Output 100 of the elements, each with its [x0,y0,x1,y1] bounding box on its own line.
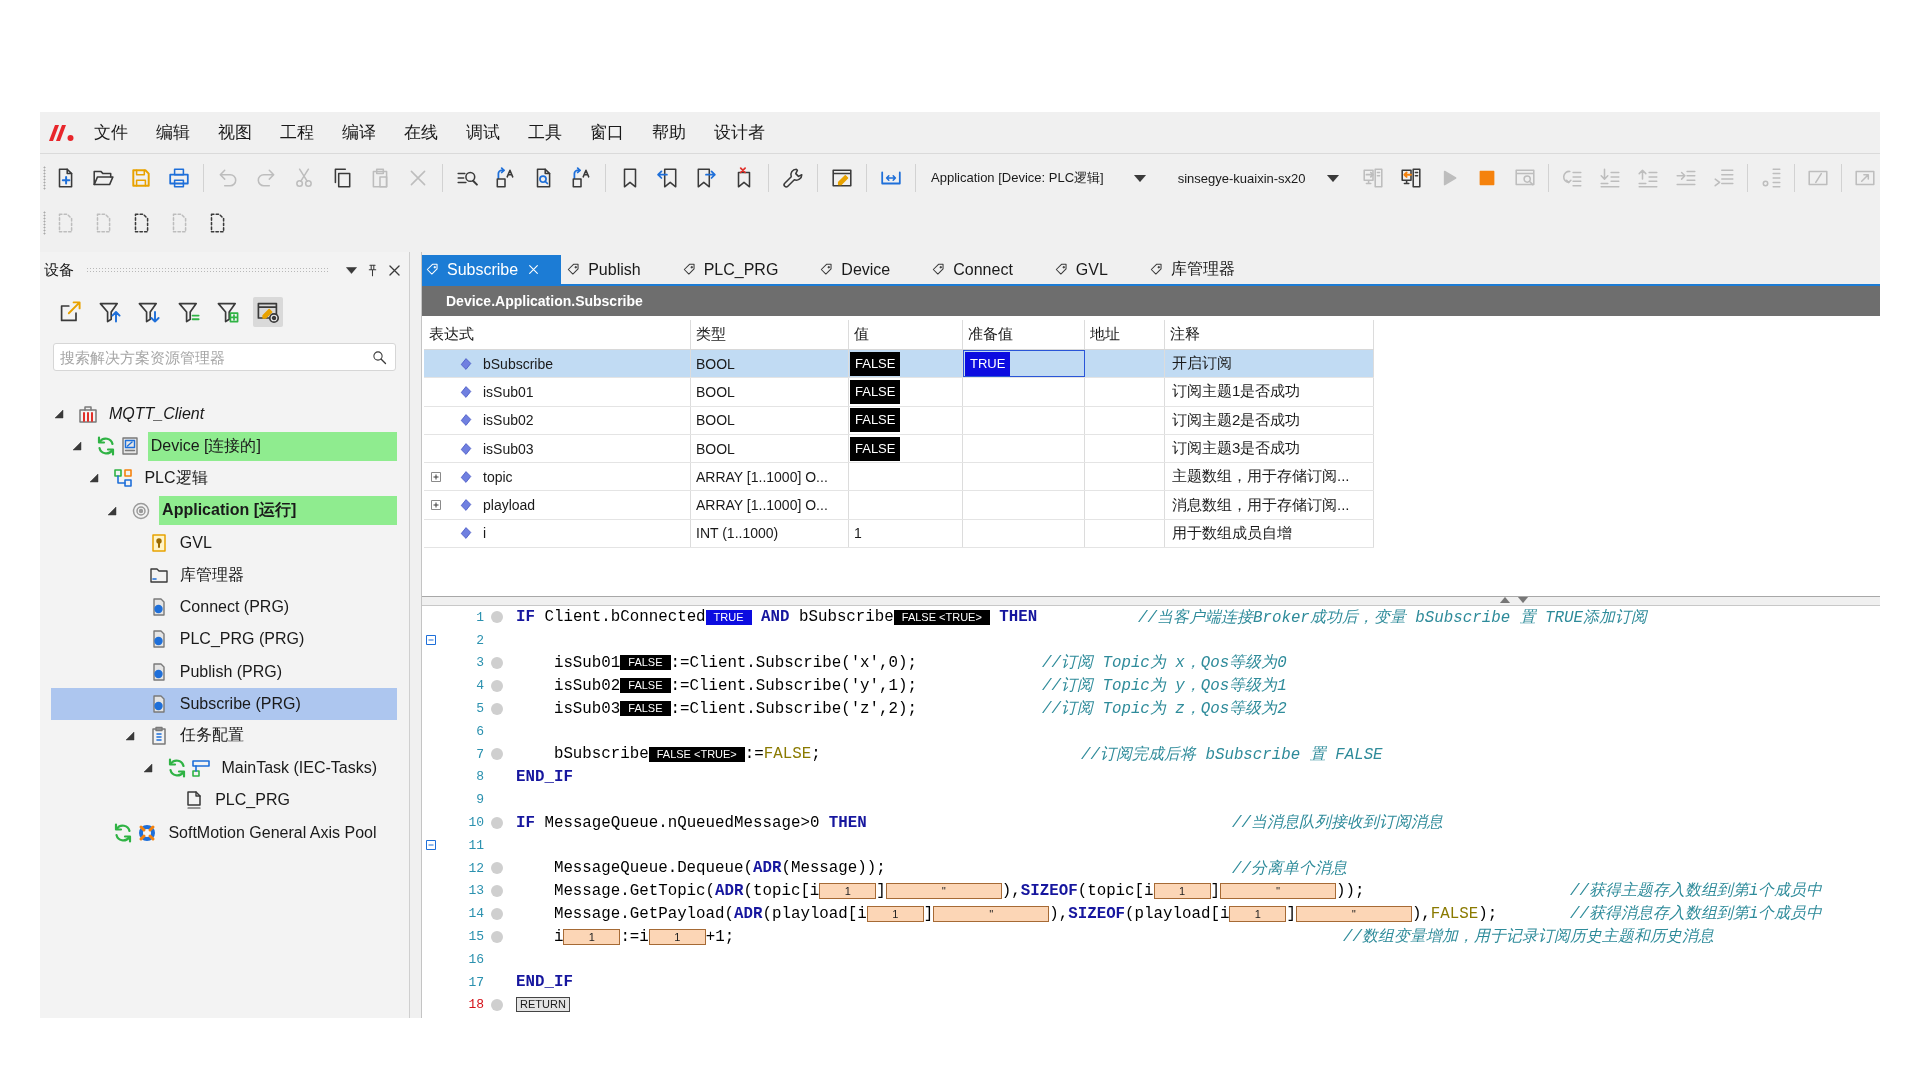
window-gear-icon[interactable] [252,297,283,327]
menu-item[interactable]: 工具 [514,118,576,147]
code-text: :=FALSE; [744,745,821,764]
dot-icon[interactable] [491,702,503,715]
code-text: bSubscribe [553,745,649,764]
bookmark-arrow-icon[interactable] [695,167,717,189]
search-icon[interactable] [372,349,387,365]
watch-value: 1 [1153,882,1211,899]
column-header[interactable]: 地址 [1085,320,1165,349]
dot-icon[interactable] [491,748,503,761]
dot-icon[interactable] [491,679,503,692]
dot-icon[interactable] [491,816,503,829]
table-row[interactable]: isSub02 BOOL FALSE 订阅主题2是否成功 [424,406,1374,435]
table-row[interactable]: i INT (1..1000) 1 用于数组成员自增 [424,519,1374,549]
menu-item[interactable]: 窗口 [576,118,638,147]
triangle-icon[interactable] [107,505,118,516]
arrow-letter-icon[interactable] [570,167,592,189]
menu-item[interactable]: 调试 [452,118,514,147]
dot-icon[interactable] [491,930,503,943]
tree-item[interactable]: SoftMotion General Axis Pool [51,816,397,849]
table-row[interactable]: isSub03 BOOL FALSE 订阅主题3是否成功 [424,434,1374,464]
editor-tab[interactable]: PLC_PRG [676,255,815,284]
target-dropdown[interactable]: sinsegye-kuaixin-sx20 [1167,164,1354,192]
table-row[interactable]: bSubscribe BOOL FALSE TRUE 开启订阅 [424,350,1374,379]
caret-icon [1133,174,1146,182]
prepared-value-field[interactable]: TRUE [963,350,1085,378]
editor-tab[interactable]: Subscribe [422,255,562,284]
grip-icon[interactable] [43,166,46,190]
column-header[interactable]: 表达式 [424,320,691,349]
table-cell: 订阅主题3是否成功 [1165,434,1374,463]
editor-tab[interactable]: 库管理器 [1143,255,1271,284]
code-text: ),SIZEOF(topic[i [1001,881,1154,900]
table-cell: 开启订阅 [1165,350,1374,378]
line-number: 11 [467,837,484,853]
table-cell: BOOL [691,434,849,463]
tree-item[interactable]: PLC_PRG [51,784,397,817]
tree-item[interactable]: 任务配置 [51,719,397,753]
menu-item[interactable]: 视图 [204,118,266,147]
plus-box-icon[interactable] [431,471,441,482]
down-triangle-icon[interactable] [1518,597,1528,603]
dot-icon[interactable] [491,907,503,920]
triangle-icon[interactable] [54,409,64,420]
triangle-icon[interactable] [71,441,82,452]
tree-item[interactable]: MainTask (IEC-Tasks) [51,752,397,785]
tree-item[interactable]: 库管理器 [51,558,397,592]
dot-icon[interactable] [491,611,503,624]
window-pencil-icon[interactable] [831,167,853,189]
triangle-icon[interactable] [124,730,135,741]
table-row[interactable]: topic ARRAY [1..1000] O... 主题数组，用于存储订阅... [424,463,1374,492]
sync-arrows-icon [166,758,187,779]
caret-icon[interactable] [346,266,357,274]
dot-icon[interactable] [491,657,503,669]
up-triangle-icon[interactable] [1500,597,1510,603]
editor-tab[interactable]: GVL [1048,255,1144,284]
column-header[interactable]: 类型 [691,320,849,349]
code-comment: //分离单个消息 [1232,858,1347,879]
column-header[interactable]: 注释 [1165,320,1374,349]
grip-icon[interactable] [43,211,46,235]
menu-item[interactable]: 编辑 [142,118,204,147]
close-icon[interactable] [388,263,401,277]
menu-item[interactable]: 设计者 [700,118,779,147]
editor-tab[interactable]: Connect [926,255,1049,284]
computer-arrow-icon[interactable] [1399,167,1422,189]
dot-icon[interactable] [491,884,503,897]
bookmark-arrow-icon[interactable] [657,167,679,189]
wrench-icon[interactable] [782,167,804,189]
dot-icon[interactable] [491,862,503,875]
menu-item[interactable]: 文件 [80,118,142,147]
panel-title: 设备 [44,260,74,280]
collapse-icon[interactable] [426,635,436,646]
table-cell: INT (1..1000) [691,519,849,548]
target-dropdown[interactable]: Application [Device: PLC逻辑] [921,164,1168,192]
menu-item[interactable]: 帮助 [638,118,700,147]
search-field[interactable]: 搜索解决方案资源管理器 [53,343,396,371]
column-header[interactable]: 准备值 [963,320,1085,349]
tree-item[interactable]: Connect (PRG) [51,591,397,624]
triangle-icon[interactable] [142,763,153,774]
table-row[interactable]: isSub01 BOOL FALSE 订阅主题1是否成功 [424,378,1374,407]
plus-box-icon[interactable] [431,500,441,511]
tree-item[interactable]: Subscribe (PRG) [51,687,397,720]
tree-item[interactable]: GVL [51,526,397,559]
tree-item[interactable]: PLC逻辑 [51,462,397,495]
arrow-letter-icon[interactable] [494,167,516,189]
watch-value: '' [885,882,1002,899]
tree-item[interactable]: Publish (PRG) [51,655,397,688]
printer-icon[interactable] [168,167,190,189]
tag-icon [426,263,439,276]
editor-tab[interactable]: Publish [561,255,677,284]
column-header[interactable]: 值 [849,320,963,349]
collapse-icon[interactable] [426,840,436,851]
editor-tab[interactable]: Device [814,255,927,284]
tree-item[interactable]: PLC_PRG (PRG) [51,623,397,656]
triangle-icon[interactable] [89,473,100,484]
tree-item[interactable]: MQTT_Client [51,398,397,431]
menu-item[interactable]: 编译 [328,118,390,147]
pin-icon[interactable] [366,263,379,277]
menu-item[interactable]: 在线 [390,118,452,147]
dot-icon[interactable] [491,998,503,1011]
table-row[interactable]: playload ARRAY [1..1000] O... 消息数组，用于存储订阅... [424,491,1374,520]
menu-item[interactable]: 工程 [266,118,328,147]
